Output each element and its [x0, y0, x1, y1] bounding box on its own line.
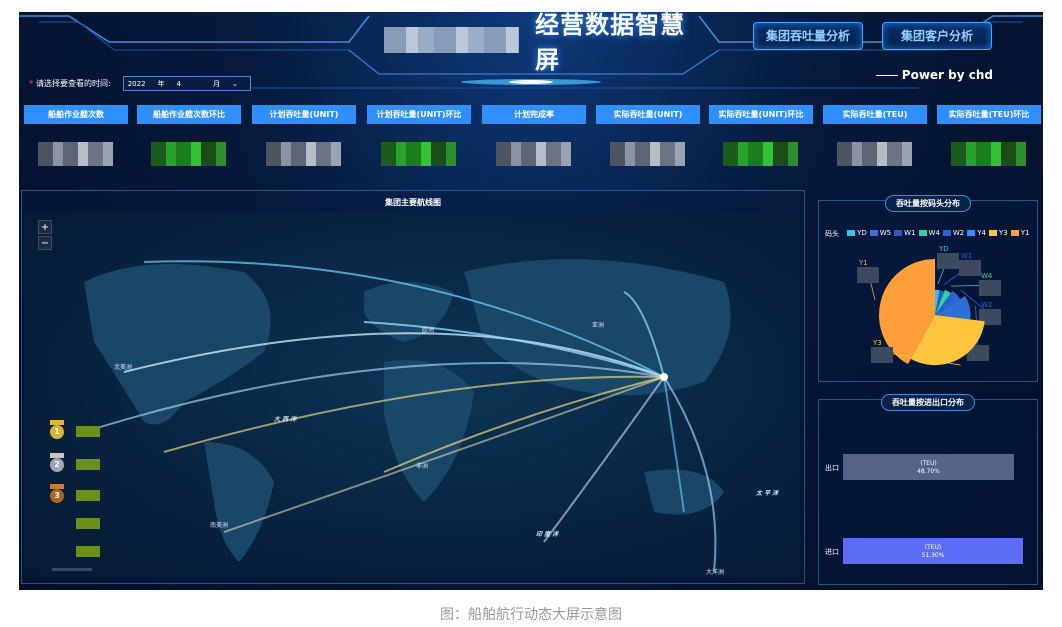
kpi-value-redacted	[723, 142, 799, 166]
pie-value-redacted	[959, 260, 981, 276]
date-filter-label: 请选择要查看的时间:	[36, 79, 111, 88]
io-percent: 48.70%	[917, 468, 940, 475]
kpi-header-7: 实际吞吐量(TEU)	[823, 105, 927, 124]
pie-label-w2: W2	[981, 301, 992, 309]
silver-medal-icon: 2	[50, 453, 64, 473]
io-bar-1[interactable]: (TEU) 51.30%	[843, 538, 1023, 564]
import-export-panel: 吞吐量按进出口分布 出口 (TEU) 48.70% 进口 (TEU) 51.30%	[818, 394, 1038, 585]
bronze-medal-icon: 3	[50, 484, 64, 504]
month-unit: 月	[213, 79, 220, 88]
io-percent: 51.30%	[921, 552, 945, 559]
kpi-value-redacted	[381, 142, 457, 166]
rank-bar-4	[76, 518, 100, 529]
import-export-title: 吞吐量按进出口分布	[881, 394, 975, 411]
kpi-value-redacted	[38, 142, 114, 166]
kpi-header-3: 计划吞吐量(UNIT)环比	[367, 105, 471, 124]
gold-medal-icon: 1	[50, 420, 64, 440]
terminal-pie-panel: 吞吐量按码头分布 码头 YD W5 W1 W4 W2 Y4 Y3 Y1 Y1 YD W1 W4 W2 Y…	[818, 195, 1038, 382]
io-unit: (TEU)	[924, 544, 942, 551]
map-label-pacific: 太 平 洋	[756, 490, 779, 497]
pie-value-redacted	[979, 280, 1001, 296]
pie-label-y1: Y1	[858, 259, 868, 267]
io-unit: (TEU)	[920, 460, 937, 467]
kpi-header-2: 计划吞吐量(UNIT)	[252, 105, 356, 124]
throughput-analysis-button[interactable]: 集团吞吐量分析	[753, 22, 863, 50]
io-bar-0[interactable]: (TEU) 48.70%	[843, 454, 1014, 480]
dashboard-screen: 经营数据智慧屏 集团吞吐量分析 集团客户分析 Power by chd * 请选…	[19, 12, 1043, 590]
title-block: 经营数据智慧屏	[384, 12, 704, 74]
zoom-out-button[interactable]: −	[38, 236, 52, 250]
kpi-value-redacted	[266, 142, 342, 166]
rank-bar-3	[76, 490, 100, 501]
map-label-europe: 欧洲	[422, 327, 435, 334]
kpi-value-redacted	[496, 142, 572, 166]
pie-value-redacted	[857, 267, 879, 283]
map-label-indian-ocean: 印 度 洋	[536, 531, 559, 538]
map-label-africa: 非洲	[416, 463, 429, 470]
map-label-asia: 亚洲	[592, 322, 605, 329]
kpi-header-1: 船舶作业艘次数环比	[137, 105, 241, 124]
pie-label-w4: W4	[981, 272, 993, 280]
terminal-pie-chart: Y1YDW1W4W2Y4Y3	[857, 245, 1001, 366]
year-unit: 年	[157, 79, 165, 88]
kpi-header-0: 船舶作业艘次数	[24, 105, 128, 124]
customer-analysis-button[interactable]: 集团客户分析	[882, 22, 992, 50]
kpi-header-8: 实际吞吐量(TEU)环比	[937, 105, 1041, 124]
rank-bar-2	[76, 459, 100, 470]
zoom-in-button[interactable]: +	[38, 220, 52, 234]
powered-by: Power by chd	[876, 68, 993, 82]
route-map-title: 集团主要航线图	[385, 198, 441, 207]
date-filter: * 请选择要查看的时间: 2022 年 4 月 ⌄	[29, 76, 251, 91]
year-value: 2022	[127, 79, 146, 88]
date-select[interactable]: 2022 年 4 月 ⌄	[122, 76, 251, 91]
month-value: 4	[176, 79, 181, 88]
required-mark: *	[29, 79, 33, 88]
kpi-value-redacted	[951, 142, 1027, 166]
kpi-value-redacted	[610, 142, 686, 166]
page-title: 经营数据智慧屏	[535, 12, 686, 74]
kpi-header-6: 实际吞吐量(UNIT)环比	[709, 105, 813, 124]
pie-label-y3: Y3	[872, 339, 882, 347]
pie-value-redacted	[871, 347, 893, 363]
title-redacted	[384, 27, 520, 53]
pie-label-w1: W1	[961, 252, 972, 260]
io-label-0: 出口	[825, 464, 839, 472]
figure-caption: 图：船舶航行动态大屏示意图	[440, 607, 622, 623]
kpi-header-4: 计划完成率	[482, 105, 586, 124]
rank-bar-1	[76, 426, 100, 437]
world-map	[83, 259, 731, 573]
map-label-north-america: 北美洲	[114, 364, 133, 371]
map-label-atlantic: 大 西 洋	[274, 416, 297, 423]
rank-bar-5	[76, 546, 100, 557]
pie-value-redacted	[937, 253, 959, 269]
map-scrollbar[interactable]	[52, 568, 92, 571]
map-label-south-america: 南美洲	[210, 522, 229, 529]
kpi-value-redacted	[151, 142, 227, 166]
chevron-down-icon: ⌄	[232, 79, 238, 88]
pie-label-yd: YD	[938, 245, 949, 253]
kpi-header-5: 实际吞吐量(UNIT)	[596, 105, 700, 124]
io-label-1: 进口	[825, 548, 839, 556]
kpi-value-redacted	[837, 142, 913, 166]
map-label-oceania: 大洋洲	[706, 569, 725, 576]
route-map[interactable]: + − 北美洲 欧洲 亚洲 非洲 南美洲 大洋洲 大 西 洋 印 度 洋 太 平…	[24, 212, 800, 578]
